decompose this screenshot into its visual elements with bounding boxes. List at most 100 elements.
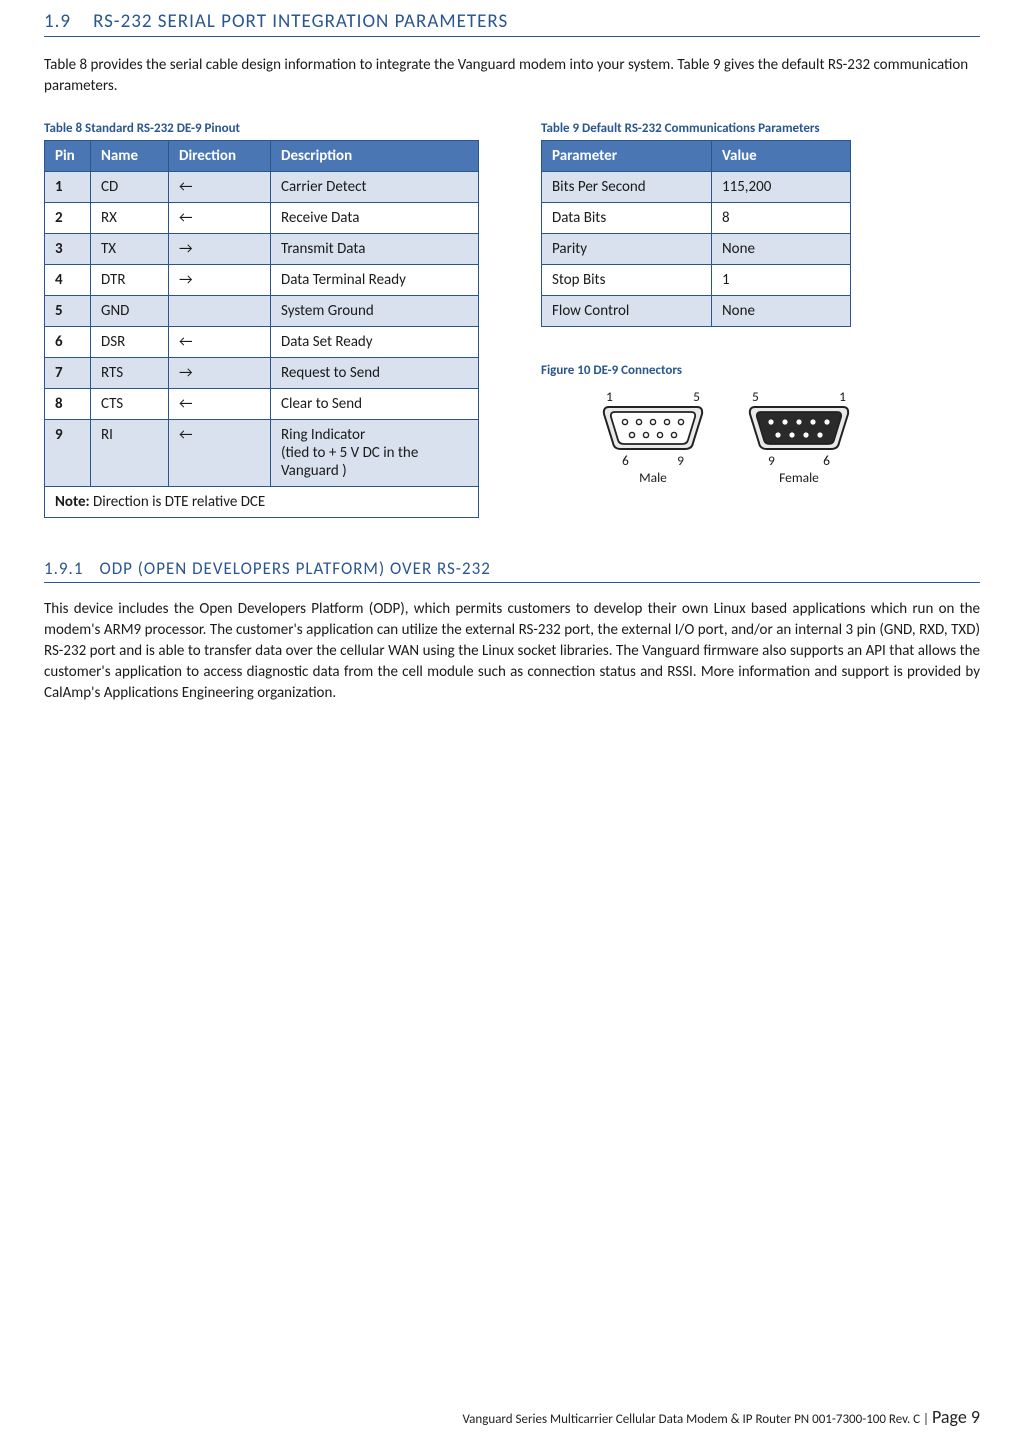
table-cell: System Ground [271, 296, 479, 327]
table9: Parameter Value Bits Per Second115,200Da… [541, 140, 851, 327]
table-cell: 8 [45, 389, 91, 420]
footer-sep: | [920, 1412, 932, 1427]
section-number: 1.9 [44, 10, 71, 33]
page-number: Page 9 [932, 1406, 980, 1428]
footer-text: Vanguard Series Multicarrier Cellular Da… [463, 1412, 921, 1427]
pin-label: 9 [768, 452, 775, 469]
pin-label: 1 [839, 388, 846, 405]
subsection-number: 1.9.1 [44, 558, 83, 579]
figure-caption: Figure 10 DE-9 Connectors [541, 363, 851, 378]
table-row: Data Bits8 [542, 203, 851, 234]
table-cell: Ring Indicator (tied to + 5 V DC in the … [271, 420, 479, 487]
table8-block: Table 8 Standard RS-232 DE-9 Pinout Pin … [44, 121, 479, 518]
table-cell: Bits Per Second [542, 172, 712, 203]
table-cell: DTR [91, 265, 169, 296]
male-connector: 1 5 6 9 Male [601, 388, 705, 486]
intro-paragraph: Table 8 provides the serial cable design… [44, 55, 980, 97]
table-cell: 5 [45, 296, 91, 327]
figure-block: Figure 10 DE-9 Connectors 1 5 [541, 363, 851, 486]
table-cell: ← [169, 327, 271, 358]
table-cell: → [169, 265, 271, 296]
table-note: Note: Direction is DTE relative DCE [45, 487, 479, 518]
table8-header-pin: Pin [45, 141, 91, 172]
pin-label: 5 [693, 388, 700, 405]
table-cell: Request to Send [271, 358, 479, 389]
table-row: 1CD←Carrier Detect [45, 172, 479, 203]
table-cell: ← [169, 389, 271, 420]
table-row: 7RTS→Request to Send [45, 358, 479, 389]
table-row: 5GND System Ground [45, 296, 479, 327]
table-row: 2RX←Receive Data [45, 203, 479, 234]
table-cell: Parity [542, 234, 712, 265]
table-cell: 1 [45, 172, 91, 203]
table9-caption: Table 9 Default RS-232 Communications Pa… [541, 121, 851, 136]
table-cell: Data Set Ready [271, 327, 479, 358]
table-row: Stop Bits1 [542, 265, 851, 296]
right-column: Table 9 Default RS-232 Communications Pa… [541, 121, 851, 486]
section-title: RS-232 SERIAL PORT INTEGRATION PARAMETER… [93, 10, 508, 33]
table8-header-direction: Direction [169, 141, 271, 172]
table-row: Bits Per Second115,200 [542, 172, 851, 203]
table-cell: → [169, 358, 271, 389]
table-row: Flow ControlNone [542, 296, 851, 327]
section-heading: 1.9 RS-232 SERIAL PORT INTEGRATION PARAME… [44, 10, 980, 37]
table-cell: None [712, 234, 851, 265]
table-cell: ← [169, 420, 271, 487]
table-row: ParityNone [542, 234, 851, 265]
table-cell: Transmit Data [271, 234, 479, 265]
table-cell: Carrier Detect [271, 172, 479, 203]
table-cell: Data Terminal Ready [271, 265, 479, 296]
table-cell: 7 [45, 358, 91, 389]
table-cell: RI [91, 420, 169, 487]
table-cell: 8 [712, 203, 851, 234]
table9-header-value: Value [712, 141, 851, 172]
table-cell: 115,200 [712, 172, 851, 203]
table8-caption: Table 8 Standard RS-232 DE-9 Pinout [44, 121, 479, 136]
pin-label: 1 [606, 388, 613, 405]
table-cell: Clear to Send [271, 389, 479, 420]
subsection-title: ODP (OPEN DEVELOPERS PLATFORM) OVER RS-2… [99, 558, 490, 579]
pin-label: 5 [752, 388, 759, 405]
table-cell: 2 [45, 203, 91, 234]
pin-label: 6 [622, 452, 629, 469]
table-cell: 3 [45, 234, 91, 265]
connector-label: Male [639, 469, 667, 486]
table-cell: Receive Data [271, 203, 479, 234]
table-cell: TX [91, 234, 169, 265]
table-cell: 1 [712, 265, 851, 296]
table8: Pin Name Direction Description 1CD←Carri… [44, 140, 479, 518]
table-cell: Stop Bits [542, 265, 712, 296]
table-cell: → [169, 234, 271, 265]
table9-header-parameter: Parameter [542, 141, 712, 172]
table8-header-description: Description [271, 141, 479, 172]
table8-header-name: Name [91, 141, 169, 172]
table-cell: None [712, 296, 851, 327]
table-row: 6DSR←Data Set Ready [45, 327, 479, 358]
table-cell: 9 [45, 420, 91, 487]
table-row: 4DTR→Data Terminal Ready [45, 265, 479, 296]
table-cell: ← [169, 172, 271, 203]
table-cell [169, 296, 271, 327]
female-connector: 51 96 Female [747, 388, 851, 486]
table-cell: DSR [91, 327, 169, 358]
table-cell: Flow Control [542, 296, 712, 327]
table-cell: Data Bits [542, 203, 712, 234]
table-cell: 6 [45, 327, 91, 358]
table-cell: RX [91, 203, 169, 234]
table-row: 8CTS←Clear to Send [45, 389, 479, 420]
de9-male-icon [601, 405, 705, 451]
table-cell: CD [91, 172, 169, 203]
body-paragraph: This device includes the Open Developers… [44, 599, 980, 704]
table-cell: 4 [45, 265, 91, 296]
de9-female-icon [747, 405, 851, 451]
table-note-row: Note: Direction is DTE relative DCE [45, 487, 479, 518]
table-cell: CTS [91, 389, 169, 420]
table-cell: ← [169, 203, 271, 234]
table-cell: GND [91, 296, 169, 327]
subsection-heading: 1.9.1 ODP (OPEN DEVELOPERS PLATFORM) OVER… [44, 558, 980, 583]
pin-label: 6 [823, 452, 830, 469]
pin-label: 9 [677, 452, 684, 469]
page-footer: Vanguard Series Multicarrier Cellular Da… [463, 1406, 980, 1428]
table-row: 9RI←Ring Indicator (tied to + 5 V DC in … [45, 420, 479, 487]
table-row: 3TX→Transmit Data [45, 234, 479, 265]
